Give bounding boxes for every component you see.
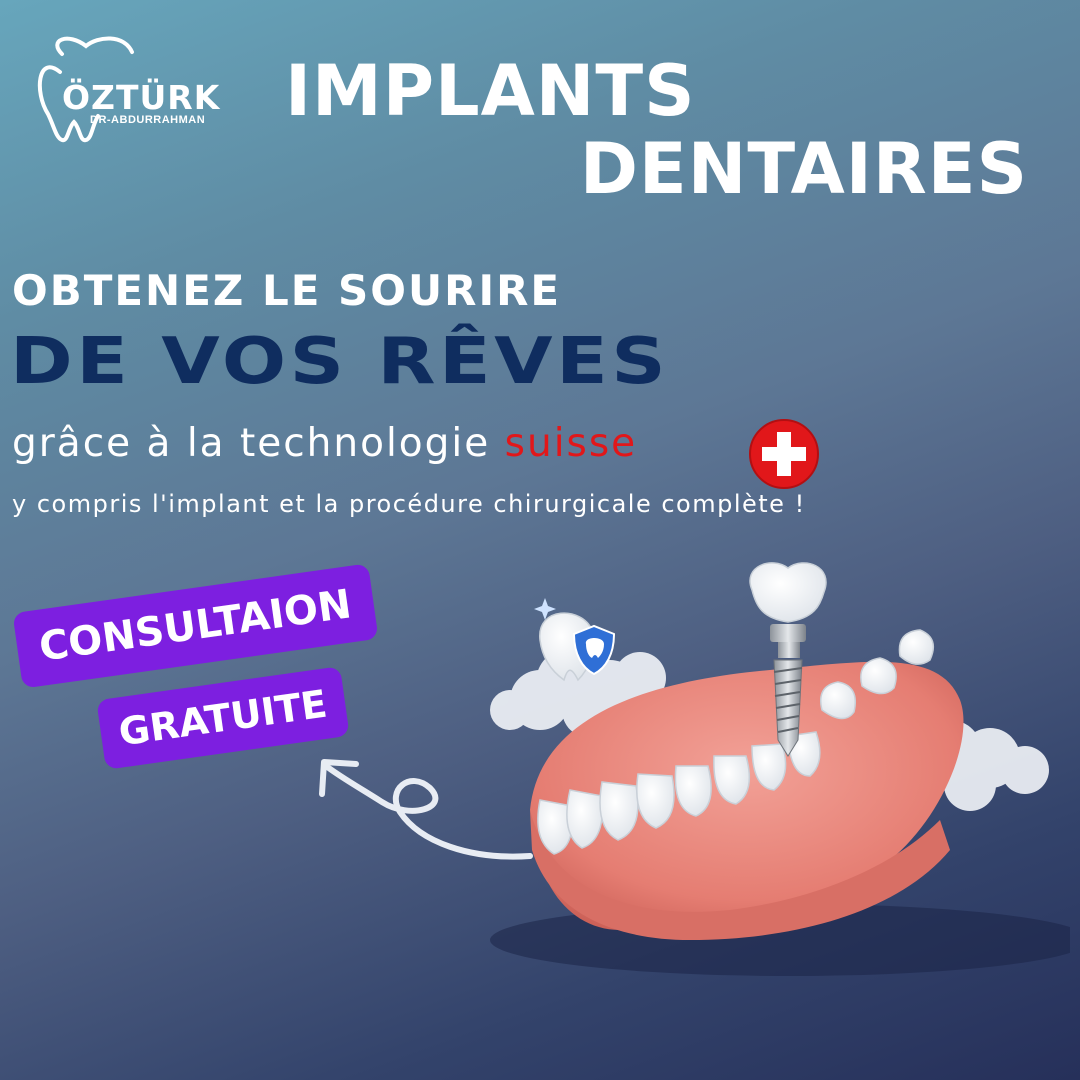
description-text: y compris l'implant et la procédure chir…: [12, 490, 806, 518]
technology-prefix: grâce à la technologie: [12, 421, 505, 466]
brand-name: ÖZTÜRK: [62, 78, 221, 117]
brand-subtitle: DR-ABDURRAHMAN: [90, 114, 206, 126]
dental-implant-denture-illustration: [490, 562, 1070, 976]
swiss-flag-icon: [749, 419, 819, 489]
brand-logo: ÖZTÜRK DR-ABDURRAHMAN: [28, 34, 221, 144]
technology-line: grâce à la technologie suisse: [12, 424, 637, 463]
poster: ÖZTÜRK DR-ABDURRAHMAN IMPLANTS DENTAIRES…: [0, 0, 1080, 1080]
headline-line-1: IMPLANTS: [285, 50, 696, 132]
tagline-line-1: OBTENEZ LE SOURIRE: [12, 266, 562, 315]
headline-line-2: DENTAIRES: [579, 128, 1028, 210]
technology-highlight: suisse: [504, 421, 638, 466]
tagline-line-2: DE VOS RÊVES: [10, 325, 670, 399]
